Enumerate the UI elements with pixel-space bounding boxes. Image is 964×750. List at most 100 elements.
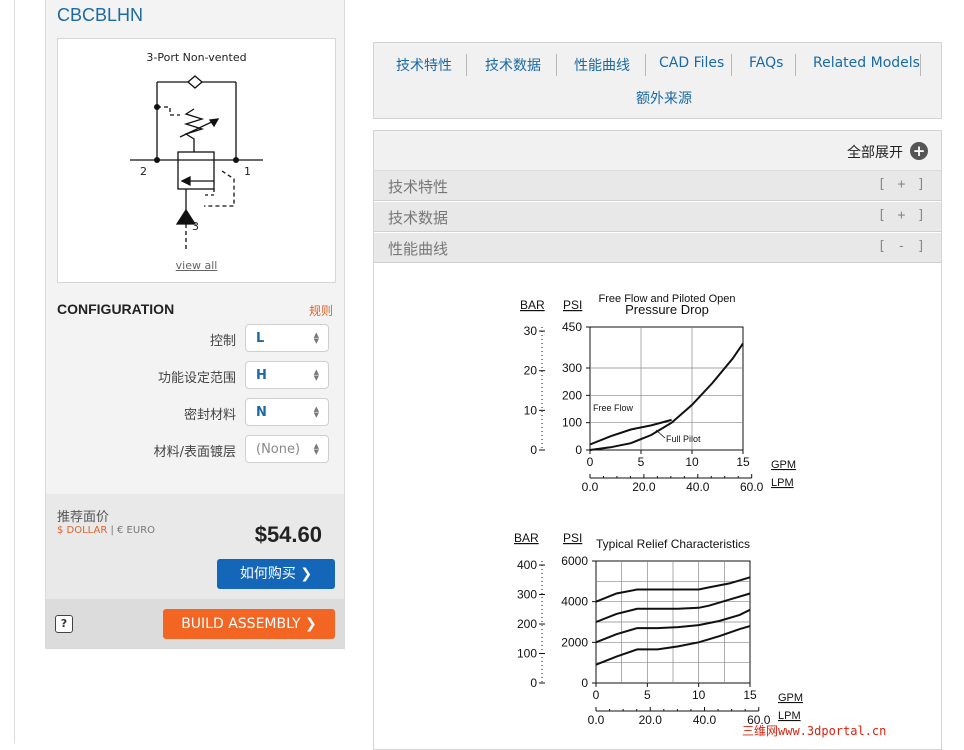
x-tick-label-gpm: 10	[692, 688, 706, 702]
price-label: 推荐面价	[57, 510, 110, 525]
price-area: 推荐面价 $ DOLLAR | € EURO $54.60 如何购买 ❯	[46, 494, 344, 599]
currency-separator: |	[107, 525, 118, 536]
y-tick-label-bar: 30	[524, 324, 538, 338]
y-axis-label-psi: PSI	[563, 531, 582, 545]
tab-separator	[795, 54, 796, 76]
watermark-text: 三维网www.3dportal.cn	[742, 724, 887, 738]
setting-range-select[interactable]: H ▲ ▼	[245, 361, 329, 389]
price-value: $54.60	[254, 522, 322, 547]
y-tick-label-psi: 200	[562, 388, 582, 402]
expand-all-label[interactable]: 全部展开	[847, 142, 903, 162]
x-tick-label-lpm: 60.0	[740, 480, 764, 494]
schematic-title: 3-Port Non-vented	[146, 51, 247, 64]
x-unit-lpm: LPM	[771, 477, 794, 489]
y-tick-label-psi: 2000	[561, 635, 588, 649]
accordion-toggle[interactable]: [ - ]	[878, 239, 927, 254]
schematic-box: 3-Port Non-vented 2 1 3 view all	[57, 38, 336, 283]
y-tick-label-bar: 100	[517, 647, 537, 661]
select-arrows-icon: ▲ ▼	[313, 368, 319, 382]
config-label: 功能设定范围	[157, 371, 236, 386]
port-node-left	[154, 157, 160, 163]
accordion-technical-features[interactable]: 技术特性 [ + ]	[374, 171, 941, 201]
control-select[interactable]: L ▲ ▼	[245, 324, 329, 352]
chart-title: Typical Relief Characteristics	[596, 537, 750, 551]
relief-characteristics-chart: BAR PSI Typical Relief Characteristics 6…	[514, 531, 803, 727]
accordion-label: 性能曲线	[388, 240, 449, 258]
config-label: 密封材料	[183, 408, 236, 423]
tab-additional-resources[interactable]: 额外来源	[636, 88, 692, 108]
tab-technical-data[interactable]: 技术数据	[485, 55, 541, 75]
x-unit-lpm: LPM	[778, 710, 801, 722]
help-button[interactable]: ?	[55, 615, 73, 633]
series-label: Free Flow	[593, 403, 634, 413]
pilot-node	[154, 104, 160, 110]
x-tick-label-gpm: 15	[743, 688, 757, 702]
tab-separator	[556, 54, 557, 76]
tab-separator	[731, 54, 732, 76]
how-to-buy-button[interactable]: 如何购买 ❯	[217, 559, 335, 589]
select-arrows-icon: ▲ ▼	[313, 331, 319, 345]
x-tick-label-gpm: 0	[587, 455, 594, 469]
x-unit-gpm: GPM	[778, 692, 803, 704]
y-tick-label-psi: 450	[562, 320, 582, 334]
configuration-title: CONFIGURATION	[57, 301, 175, 317]
rules-link[interactable]: 规则	[309, 302, 333, 319]
select-value: (None)	[256, 442, 301, 457]
y-tick-label-psi: 100	[562, 416, 582, 430]
series-label: Full Pilot	[666, 434, 701, 444]
y-tick-label-bar: 20	[524, 364, 538, 378]
select-arrows-icon: ▲ ▼	[313, 405, 319, 419]
tab-cad-files[interactable]: CAD Files	[659, 55, 724, 71]
y-axis-label-psi: PSI	[563, 298, 582, 312]
tab-related-models[interactable]: Related Models	[813, 55, 920, 71]
tab-separator	[645, 54, 646, 76]
y-tick-label-bar: 10	[524, 403, 538, 417]
tab-content: 全部展开 + 技术特性 [ + ] 技术数据 [ + ] 性能曲线 [ - ] …	[373, 130, 942, 750]
x-tick-label-gpm: 5	[644, 688, 651, 702]
y-tick-label-bar: 200	[517, 617, 537, 631]
x-tick-label-lpm: 40.0	[686, 480, 710, 494]
config-label: 控制	[209, 334, 236, 349]
tab-faqs[interactable]: FAQs	[749, 55, 783, 71]
y-tick-label-bar: 400	[517, 558, 537, 572]
build-assembly-button[interactable]: BUILD ASSEMBLY ❯	[163, 609, 335, 639]
accordion-toggle[interactable]: [ + ]	[878, 177, 927, 192]
valve-schematic: 2 1 3	[130, 75, 263, 249]
accordion-toggle[interactable]: [ + ]	[878, 208, 927, 223]
seal-material-select[interactable]: N ▲ ▼	[245, 398, 329, 426]
accordion-technical-data[interactable]: 技术数据 [ + ]	[374, 202, 941, 232]
x-tick-label-lpm: 20.0	[632, 480, 656, 494]
select-value: H	[256, 368, 267, 383]
tab-performance-curves[interactable]: 性能曲线	[574, 55, 630, 75]
x-tick-label-gpm: 15	[736, 455, 750, 469]
tab-technical-features[interactable]: 技术特性	[396, 55, 452, 75]
expand-all-bar: 全部展开 +	[374, 131, 941, 171]
model-title: CBCBLHN	[57, 5, 144, 25]
port-node-right	[233, 157, 239, 163]
port-2-label: 2	[140, 165, 147, 178]
build-area: ? BUILD ASSEMBLY ❯	[46, 599, 344, 648]
config-row-seal-material: 密封材料 N ▲ ▼	[46, 398, 346, 426]
material-coating-select[interactable]: (None) ▲ ▼	[245, 435, 329, 463]
currency-euro[interactable]: € EURO	[117, 525, 155, 536]
view-all-link[interactable]: view all	[58, 259, 335, 272]
y-axis-label-bar: BAR	[520, 298, 545, 312]
x-tick-label-lpm: 0.0	[588, 713, 605, 727]
chart-subtitle: Pressure Drop	[625, 302, 709, 317]
currency-dollar[interactable]: $ DOLLAR	[57, 525, 107, 536]
port-3-label: 3	[192, 220, 199, 233]
product-tabs: 技术特性 技术数据 性能曲线 CAD Files FAQs Related Mo…	[373, 42, 942, 119]
plus-circle-icon[interactable]: +	[910, 142, 928, 160]
y-tick-label-psi: 4000	[561, 595, 588, 609]
y-tick-label-psi: 0	[581, 676, 588, 690]
y-tick-label-psi: 6000	[561, 554, 588, 568]
x-tick-label-lpm: 20.0	[639, 713, 663, 727]
x-tick-label-gpm: 0	[593, 688, 600, 702]
x-tick-label-gpm: 5	[638, 455, 645, 469]
config-row-control: 控制 L ▲ ▼	[46, 324, 346, 352]
x-tick-label-lpm: 40.0	[693, 713, 717, 727]
y-tick-label-psi: 0	[575, 443, 582, 457]
currency-switch: $ DOLLAR | € EURO	[57, 525, 155, 536]
x-tick-label-gpm: 10	[685, 455, 699, 469]
accordion-performance-curves[interactable]: 性能曲线 [ - ]	[374, 233, 941, 263]
